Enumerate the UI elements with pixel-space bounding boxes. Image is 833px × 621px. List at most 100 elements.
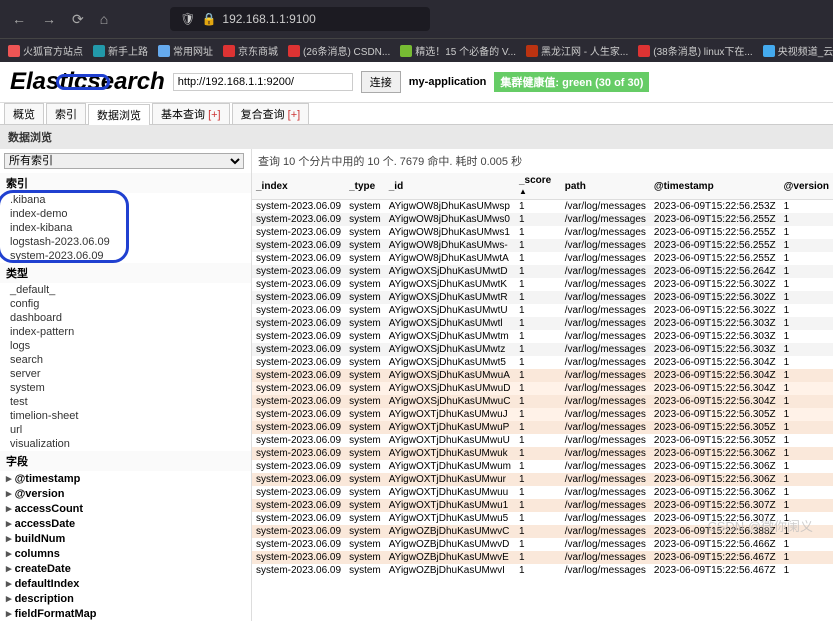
types-item[interactable]: logs [0, 339, 251, 353]
table-row[interactable]: system-2023.06.09systemAYigwOZBjDhuKasUM… [252, 538, 833, 551]
table-row[interactable]: system-2023.06.09systemAYigwOXSjDhuKasUM… [252, 317, 833, 330]
app-header: Elasticsearch 连接 my-application 集群健康值: g… [0, 62, 833, 103]
fields-item[interactable]: @version [0, 486, 251, 501]
tab-4[interactable]: 复合查询 [+] [232, 103, 310, 124]
table-row[interactable]: system-2023.06.09systemAYigwOXSjDhuKasUM… [252, 343, 833, 356]
browser-nav-bar: ← → ⟳ ⌂ 🛡 🔒 192.168.1.1:9100 [0, 0, 833, 38]
indices-item[interactable]: .kibana [0, 193, 251, 207]
table-row[interactable]: system-2023.06.09systemAYigwOXSjDhuKasUM… [252, 395, 833, 408]
col-_score[interactable]: _score [515, 173, 561, 200]
connect-button[interactable]: 连接 [361, 71, 401, 93]
bookmark-item[interactable]: 精选！15 个必备的 V... [400, 43, 516, 58]
back-icon[interactable]: ← [8, 7, 30, 31]
table-row[interactable]: system-2023.06.09systemAYigwOXSjDhuKasUM… [252, 382, 833, 395]
bookmark-item[interactable]: 央视频道_云计算 [763, 43, 833, 58]
table-row[interactable]: system-2023.06.09systemAYigwOXTjDhuKasUM… [252, 473, 833, 486]
fields-item[interactable]: buildNum [0, 531, 251, 546]
shield-icon: 🛡 [180, 12, 195, 26]
bookmark-item[interactable]: 京东商城 [223, 43, 278, 58]
watermark: CSDN @微你阑义 [707, 516, 813, 535]
types-item[interactable]: config [0, 297, 251, 311]
url-text: 192.168.1.1:9100 [222, 12, 315, 26]
bookmark-item[interactable]: 新手上路 [93, 43, 148, 58]
cluster-url-input[interactable] [173, 73, 353, 91]
fields-item[interactable]: createDate [0, 561, 251, 576]
col-@version[interactable]: @version [780, 173, 833, 200]
subheader: 数据浏览 [0, 125, 833, 149]
forward-icon[interactable]: → [38, 7, 60, 31]
col-@timestamp[interactable]: @timestamp [650, 173, 780, 200]
table-row[interactable]: system-2023.06.09systemAYigwOXTjDhuKasUM… [252, 447, 833, 460]
col-_index[interactable]: _index [252, 173, 345, 200]
tab-3[interactable]: 基本查询 [+] [152, 103, 230, 124]
sidebar: 所有索引 索引 .kibanaindex-demoindex-kibanalog… [0, 149, 252, 621]
table-row[interactable]: system-2023.06.09systemAYigwOXSjDhuKasUM… [252, 369, 833, 382]
table-row[interactable]: system-2023.06.09systemAYigwOXTjDhuKasUM… [252, 408, 833, 421]
table-row[interactable]: system-2023.06.09systemAYigwOW8jDhuKasUM… [252, 200, 833, 214]
table-row[interactable]: system-2023.06.09systemAYigwOZBjDhuKasUM… [252, 551, 833, 564]
bookmark-item[interactable]: 黑龙江网 - 人生家... [526, 43, 628, 58]
url-bar[interactable]: 🛡 🔒 192.168.1.1:9100 [170, 7, 430, 31]
fields-item[interactable]: fieldFormatMap [0, 606, 251, 621]
types-item[interactable]: url [0, 423, 251, 437]
reload-icon[interactable]: ⟳ [68, 7, 88, 32]
table-row[interactable]: system-2023.06.09systemAYigwOXSjDhuKasUM… [252, 278, 833, 291]
table-row[interactable]: system-2023.06.09systemAYigwOXTjDhuKasUM… [252, 499, 833, 512]
bookmark-item[interactable]: (26条消息) CSDN... [288, 43, 390, 58]
home-icon[interactable]: ⌂ [96, 7, 112, 31]
table-row[interactable]: system-2023.06.09systemAYigwOXTjDhuKasUM… [252, 486, 833, 499]
col-path[interactable]: path [561, 173, 650, 200]
types-item[interactable]: search [0, 353, 251, 367]
table-row[interactable]: system-2023.06.09systemAYigwOXTjDhuKasUM… [252, 434, 833, 447]
results-panel: 查询 10 个分片中用的 10 个. 7679 命中. 耗时 0.005 秒 _… [252, 149, 833, 621]
indices-item[interactable]: system-2023.06.09 [0, 249, 251, 263]
table-row[interactable]: system-2023.06.09systemAYigwOW8jDhuKasUM… [252, 226, 833, 239]
lock-icon: 🔒 [201, 12, 216, 26]
table-row[interactable]: system-2023.06.09systemAYigwOXSjDhuKasUM… [252, 265, 833, 278]
table-row[interactable]: system-2023.06.09systemAYigwOXTjDhuKasUM… [252, 460, 833, 473]
bookmarks-bar: 火狐官方站点新手上路常用网址京东商城 (26条消息) CSDN... 精选！15 个… [0, 38, 833, 62]
main-tabs: 概览索引数据浏览基本查询 [+]复合查询 [+] [0, 103, 833, 125]
table-row[interactable]: system-2023.06.09systemAYigwOXTjDhuKasUM… [252, 421, 833, 434]
fields-item[interactable]: defaultIndex [0, 576, 251, 591]
types-item[interactable]: system [0, 381, 251, 395]
section-fields: 字段 [0, 451, 251, 471]
index-select[interactable]: 所有索引 [4, 153, 244, 169]
types-item[interactable]: server [0, 367, 251, 381]
tab-2[interactable]: 数据浏览 [88, 104, 150, 125]
fields-item[interactable]: description [0, 591, 251, 606]
types-item[interactable]: test [0, 395, 251, 409]
table-row[interactable]: system-2023.06.09systemAYigwOW8jDhuKasUM… [252, 252, 833, 265]
tab-0[interactable]: 概览 [4, 103, 44, 124]
col-_type[interactable]: _type [345, 173, 385, 200]
bookmark-item[interactable]: (38条消息) linux下在... [638, 43, 752, 58]
types-item[interactable]: _default_ [0, 283, 251, 297]
table-row[interactable]: system-2023.06.09systemAYigwOZBjDhuKasUM… [252, 564, 833, 577]
fields-item[interactable]: columns [0, 546, 251, 561]
bookmark-item[interactable]: 常用网址 [158, 43, 213, 58]
table-row[interactable]: system-2023.06.09systemAYigwOXSjDhuKasUM… [252, 291, 833, 304]
table-row[interactable]: system-2023.06.09systemAYigwOXSjDhuKasUM… [252, 330, 833, 343]
types-item[interactable]: dashboard [0, 311, 251, 325]
types-item[interactable]: visualization [0, 437, 251, 451]
app-title: Elasticsearch [10, 68, 165, 96]
indices-item[interactable]: index-kibana [0, 221, 251, 235]
types-item[interactable]: timelion-sheet [0, 409, 251, 423]
fields-item[interactable]: @timestamp [0, 471, 251, 486]
result-info: 查询 10 个分片中用的 10 个. 7679 命中. 耗时 0.005 秒 [252, 149, 833, 173]
cluster-status: 集群健康值: green (30 of 30) [494, 72, 649, 92]
types-item[interactable]: index-pattern [0, 325, 251, 339]
fields-item[interactable]: accessCount [0, 501, 251, 516]
cluster-name: my-application [409, 76, 487, 88]
table-row[interactable]: system-2023.06.09systemAYigwOW8jDhuKasUM… [252, 213, 833, 226]
bookmark-item[interactable]: 火狐官方站点 [8, 43, 83, 58]
section-indices: 索引 [0, 173, 251, 193]
tab-1[interactable]: 索引 [46, 103, 86, 124]
indices-item[interactable]: index-demo [0, 207, 251, 221]
indices-item[interactable]: logstash-2023.06.09 [0, 235, 251, 249]
fields-item[interactable]: accessDate [0, 516, 251, 531]
table-row[interactable]: system-2023.06.09systemAYigwOW8jDhuKasUM… [252, 239, 833, 252]
table-row[interactable]: system-2023.06.09systemAYigwOXSjDhuKasUM… [252, 356, 833, 369]
table-row[interactable]: system-2023.06.09systemAYigwOXSjDhuKasUM… [252, 304, 833, 317]
col-_id[interactable]: _id [385, 173, 515, 200]
